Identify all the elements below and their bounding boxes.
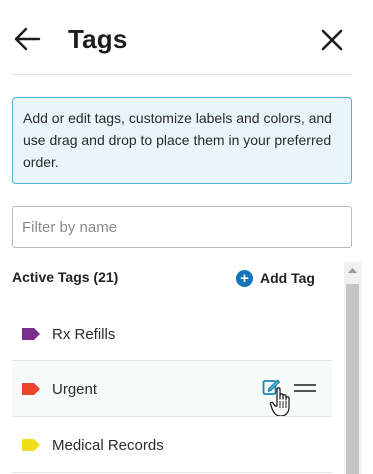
- edit-icon[interactable]: [262, 378, 280, 396]
- tag-icon: [22, 328, 40, 340]
- drag-handle-icon[interactable]: [294, 383, 316, 393]
- tag-icon: [22, 439, 40, 451]
- close-icon[interactable]: [318, 26, 346, 54]
- info-text: Add or edit tags, customize labels and c…: [23, 110, 332, 170]
- page-title: Tags: [68, 24, 128, 54]
- plus-circle-icon: +: [236, 269, 253, 287]
- panel-header: Tags: [0, 0, 373, 76]
- tag-row-medical-records[interactable]: Medical Records: [12, 417, 332, 473]
- header-divider: [12, 74, 352, 75]
- info-banner: Add or edit tags, customize labels and c…: [12, 97, 352, 184]
- scroll-thumb[interactable]: [346, 284, 359, 474]
- tag-name: Medical Records: [52, 436, 164, 454]
- active-tags-label: Active Tags (21): [12, 269, 119, 285]
- tag-name: Urgent: [52, 380, 98, 398]
- tag-row-rx-refills[interactable]: Rx Refills: [12, 306, 332, 362]
- tag-name: Rx Refills: [52, 325, 116, 343]
- tag-row-urgent[interactable]: Urgent: [12, 361, 332, 417]
- row-divider: [12, 472, 332, 473]
- list-header: Active Tags (21) + Add Tag: [12, 262, 332, 292]
- arrow-left-icon[interactable]: [12, 24, 42, 54]
- tag-list: Rx Refills Urgent Medical Records: [0, 306, 332, 474]
- add-tag-label: Add Tag: [260, 270, 315, 286]
- scroll-up-icon[interactable]: [344, 262, 361, 279]
- scrollbar[interactable]: [344, 262, 361, 474]
- add-tag-button[interactable]: + Add Tag: [236, 266, 315, 290]
- filter-input[interactable]: [12, 206, 352, 248]
- tag-icon: [22, 383, 40, 395]
